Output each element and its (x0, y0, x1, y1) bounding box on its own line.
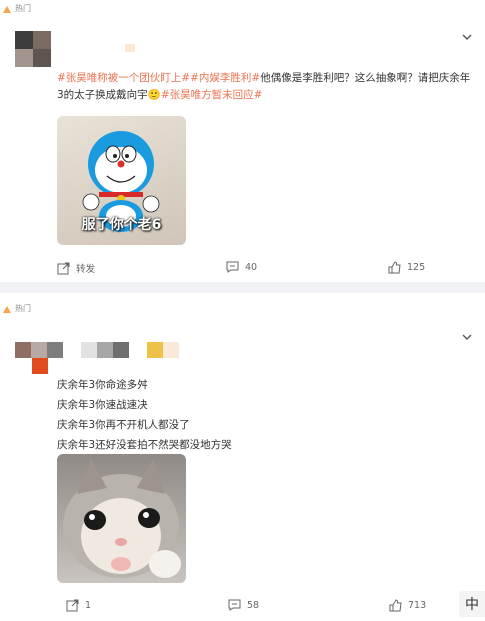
chevron-down-icon[interactable] (461, 31, 473, 43)
post-body: 庆余年3你命途多舛 庆余年3你速战速决 庆余年3你再不开机人都没了 庆余年3还好… (57, 375, 457, 455)
post-image-crying-cat[interactable] (57, 454, 186, 583)
crying-cat-photo (63, 459, 181, 578)
comment-button[interactable]: 40 (226, 261, 257, 273)
like-button[interactable]: 713 (389, 599, 426, 612)
repost-count: 1 (85, 600, 92, 611)
repost-button[interactable]: 转发 (57, 261, 95, 275)
like-count: 713 (408, 600, 427, 611)
comment-button[interactable]: 58 (228, 599, 259, 611)
repost-icon (57, 262, 70, 274)
chevron-down-icon[interactable] (461, 331, 473, 343)
topic-link[interactable]: #张昊唯称被一个团伙盯上# (57, 72, 190, 84)
repost-icon (66, 599, 79, 612)
hot-flame-icon (2, 304, 12, 314)
avatar[interactable] (32, 358, 48, 374)
post-line: 庆余年3你命途多舛 (57, 379, 148, 391)
post-line: 庆余年3你速战速决 (57, 399, 148, 411)
repost-button[interactable]: 1 (66, 599, 91, 612)
like-button[interactable]: 125 (388, 261, 425, 274)
topic-link[interactable]: #张昊唯方暂未回应# (161, 89, 263, 101)
thumbs-up-icon (389, 599, 402, 612)
like-count: 125 (407, 262, 426, 273)
language-toggle-button[interactable]: 中 (459, 591, 485, 617)
comment-count: 58 (247, 599, 260, 611)
image-caption: 服了你个老6 (81, 217, 162, 233)
hot-label: 热门 (15, 4, 31, 13)
nickname-blurred[interactable] (15, 342, 179, 358)
emoji: 🙂 (147, 89, 161, 101)
comment-icon (228, 599, 241, 611)
comment-count: 40 (245, 261, 258, 273)
card-separator (0, 282, 485, 293)
post-image-doraemon[interactable]: 服了你个老6 (57, 116, 186, 245)
post-line: 庆余年3还好没套拍不然哭都没地方哭 (57, 439, 232, 451)
post-card-2: 热门 庆余年3你命途多舛 庆余年3你速战速决 庆余年3你再不开机人都没了 庆余年… (0, 293, 485, 621)
nickname-blurred[interactable] (125, 44, 135, 52)
topic-link[interactable]: #内娱李胜利# (190, 72, 260, 84)
post-body: #张昊唯称被一个团伙盯上##内娱李胜利#他偶像是李胜利吧？这么抽象啊？请把庆余年… (57, 70, 472, 104)
action-bar: 1 58 713 (0, 599, 485, 615)
comment-icon (226, 261, 239, 273)
thumbs-up-icon (388, 261, 401, 274)
avatar[interactable] (15, 31, 51, 67)
hot-tag: 热门 (2, 3, 31, 14)
repost-label: 转发 (76, 264, 96, 275)
post-card-1: 热门 #张昊唯称被一个团伙盯上##内娱李胜利#他偶像是李胜利吧？这么抽象啊？请把… (0, 0, 485, 282)
post-line: 庆余年3你再不开机人都没了 (57, 419, 190, 431)
hot-flame-icon (2, 4, 12, 14)
action-bar: 转发 40 125 (0, 261, 485, 277)
hot-label: 热门 (15, 304, 31, 313)
hot-tag: 热门 (2, 303, 31, 314)
